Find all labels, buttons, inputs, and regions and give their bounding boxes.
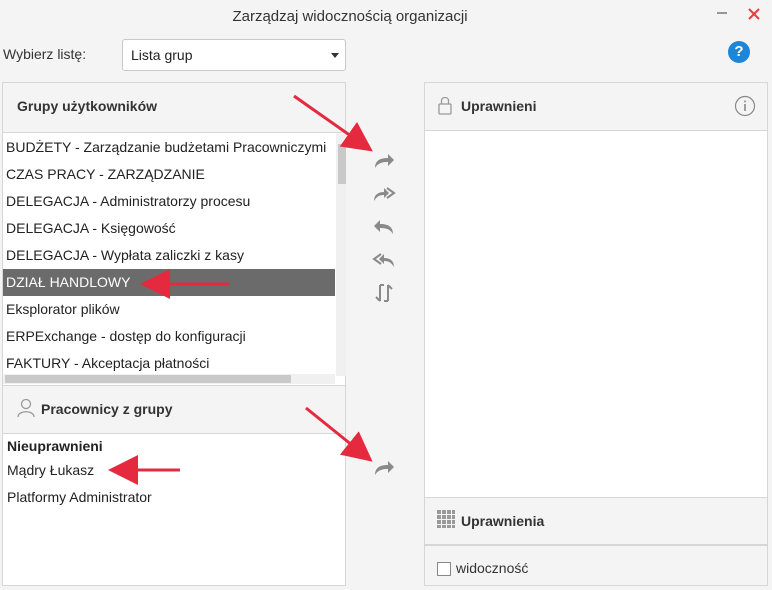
groups-panel-header: Grupy użytkowników [3,83,345,133]
move-right-icon[interactable] [372,150,396,172]
move-worker-right-icon[interactable] [372,457,396,479]
scrollbar-thumb[interactable] [5,375,291,383]
list-selector[interactable]: Lista grup [122,39,346,71]
groups-horizontal-scrollbar[interactable] [3,374,335,384]
rights-panel-header: Uprawnienia [425,497,767,545]
group-item[interactable]: DELEGACJA - Administratorzy procesu [3,188,335,215]
permissions-panel: Uprawnieni Uprawnienia widoczność [424,82,768,586]
permissions-panel-title: Uprawnieni [461,98,537,114]
grid-icon [437,510,455,528]
groups-panel: Grupy użytkowników BUDŻETY - Zarządzanie… [2,82,346,386]
move-all-left-icon[interactable] [372,249,396,271]
rights-list: widoczność [425,545,767,585]
group-item[interactable]: DELEGACJA - Księgowość [3,215,335,242]
close-button[interactable] [744,4,764,24]
workers-panel-title: Pracownicy z grupy [41,401,173,417]
move-left-icon[interactable] [372,216,396,238]
scrollbar-thumb[interactable] [338,144,346,184]
visibility-checkbox-label[interactable]: widoczność [456,560,528,576]
user-icon [17,398,35,418]
group-item[interactable]: BUDŻETY - Zarządzanie budżetami Pracowni… [3,134,335,161]
group-item[interactable]: CZAS PRACY - ZARZĄDZANIE [3,161,335,188]
minimize-icon [717,12,727,14]
minimize-button[interactable] [712,4,732,24]
worker-item[interactable]: Platformy Administrator [7,489,152,505]
window-title-text: Zarządzaj widocznością organizacji [232,8,468,25]
group-item[interactable]: ERPExchange - dostęp do konfiguracji [3,323,335,350]
info-icon[interactable] [734,95,756,117]
close-icon [748,8,760,20]
list-selector-value: Lista grup [131,47,193,63]
group-item[interactable]: Eksplorator plików [3,296,335,323]
groups-panel-title: Grupy użytkowników [17,98,158,114]
window-title: Zarządzaj widocznością organizacji [0,0,700,34]
unauthorized-section-title: Nieuprawnieni [7,438,103,454]
visibility-checkbox[interactable] [437,562,451,576]
move-all-right-icon[interactable] [372,183,396,205]
groups-list: BUDŻETY - Zarządzanie budżetami Pracowni… [3,134,335,377]
lock-icon [438,96,452,115]
workers-panel-header: Pracownicy z grupy [3,386,345,434]
groups-vertical-scrollbar[interactable] [336,134,346,376]
rights-panel-title: Uprawnienia [461,513,545,529]
group-item[interactable]: DELEGACJA - Wypłata zaliczki z kasy [3,242,335,269]
worker-item[interactable]: Mądry Łukasz [7,462,94,478]
swap-icon[interactable] [372,282,396,304]
permissions-panel-header: Uprawnieni [425,83,767,131]
workers-panel: Pracownicy z grupy Nieuprawnieni Mądry Ł… [2,385,346,586]
group-item-selected[interactable]: DZIAŁ HANDLOWY [3,269,335,296]
group-item[interactable]: FAKTURY - Akceptacja płatności [3,350,335,377]
list-selector-label: Wybierz listę: [3,46,87,62]
chevron-down-icon [331,53,339,58]
help-icon[interactable]: ? [728,41,750,63]
